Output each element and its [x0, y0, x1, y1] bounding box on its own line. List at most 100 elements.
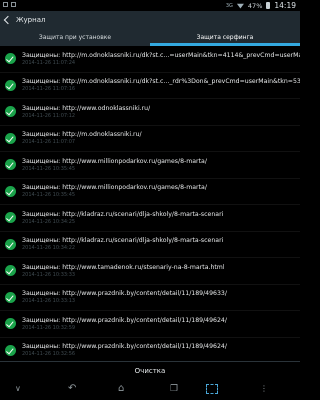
screenshot-icon[interactable]: [206, 384, 218, 394]
url-text: http://www.millionpodarkov.ru/games/8-ma…: [62, 184, 207, 192]
menu-icon[interactable]: ⋮: [260, 385, 268, 393]
list-item-url: Защищены: http://kladraz.ru/scenari/dlja…: [22, 211, 223, 219]
checkmark-icon: [5, 291, 16, 303]
checkmark-icon: [5, 212, 16, 224]
protected-prefix: Защищены:: [22, 184, 63, 192]
list-item-text: Защищены: http://www.prazdnik.by/content…: [22, 343, 227, 357]
protected-prefix: Защищены:: [22, 157, 63, 165]
back-arrow-icon[interactable]: [4, 15, 14, 25]
list-item-date: 2014-11-26 11:07:24: [22, 59, 76, 66]
navigation-bar: ∨ ↶ ⌂ ❐ ⋮: [0, 379, 300, 400]
log-list[interactable]: Защищены: http://m.odnoklassniki.ru/dk?s…: [0, 46, 300, 359]
protected-prefix: Защищены:: [22, 290, 63, 298]
list-item-date: 2014-11-26 10:34:22: [22, 245, 76, 252]
list-item[interactable]: Защищены: http://www.prazdnik.by/content…: [0, 285, 300, 311]
url-text: http://kladraz.ru/scenari/dlja-shkoly/8-…: [62, 237, 224, 245]
tab-label: Защита серфинга: [196, 34, 254, 41]
checkmark-icon: [5, 318, 16, 330]
list-item-url: Защищены: http://www.prazdnik.by/content…: [22, 317, 227, 325]
list-item-url: Защищены: http://www.millionpodarkov.ru/…: [22, 158, 207, 166]
action-bar: Журнал: [0, 11, 300, 29]
list-item[interactable]: Защищены: http://kladraz.ru/scenari/dlja…: [0, 232, 300, 258]
tab-label: Защита при установке: [38, 34, 112, 41]
checkmark-icon: [5, 79, 16, 91]
tab-install-protection[interactable]: Защита при установке: [0, 29, 150, 46]
list-item[interactable]: Защищены: http://m.odnoklassniki.ru/dk?s…: [0, 73, 300, 99]
list-item-date: 2014-11-26 10:33:13: [22, 298, 76, 305]
checkmark-icon: [5, 185, 16, 197]
list-item-text: Защищены: http://www.millionpodarkov.ru/…: [22, 158, 207, 172]
checkmark-icon: [5, 265, 16, 277]
list-item[interactable]: Защищены: http://www.tamadenok.ru/stsena…: [0, 258, 300, 285]
list-item-url: Защищены: http://m.odnoklassniki.ru/dk?s…: [22, 52, 300, 60]
back-icon[interactable]: ↶: [68, 384, 76, 394]
list-item-url: Защищены: http://kladraz.ru/scenari/dlja…: [22, 237, 223, 245]
list-item-text: Защищены: http://www.millionpodarkov.ru/…: [22, 184, 207, 198]
list-item-url: Защищены: http://www.prazdnik.by/content…: [22, 343, 227, 351]
protected-prefix: Защищены:: [22, 263, 63, 271]
list-item-text: Защищены: http://www.prazdnik.by/content…: [22, 317, 227, 331]
notification-icons: [3, 2, 16, 7]
protected-prefix: Защищены:: [22, 237, 63, 245]
notification-icon: [11, 2, 16, 7]
list-item-url: Защищены: http://www.prazdnik.by/content…: [22, 290, 227, 298]
checkmark-icon: [5, 238, 16, 250]
list-item[interactable]: Защищены: http://m.odnoklassniki.ru/dk?s…: [0, 46, 300, 73]
url-text: http://www.odnoklassniki.ru/: [62, 104, 151, 112]
url-text: http://m.odnoklassniki.ru/dk?st.c...=use…: [62, 51, 300, 59]
list-item[interactable]: Защищены: http://m.odnoklassniki.ru/2014…: [0, 126, 300, 152]
protected-prefix: Защищены:: [22, 316, 63, 324]
status-bar: 3G 47% 14:19: [0, 0, 300, 11]
protected-prefix: Защищены:: [22, 343, 63, 351]
clear-button[interactable]: Очистка: [0, 361, 300, 380]
page-title[interactable]: Журнал: [16, 16, 45, 24]
list-item-date: 2014-11-26 10:34:25: [22, 218, 76, 225]
list-item[interactable]: Защищены: http://www.odnoklassniki.ru/20…: [0, 99, 300, 126]
wifi-icon: [236, 3, 244, 9]
tab-surfing-protection[interactable]: Защита серфинга: [150, 29, 300, 46]
list-item-date: 2014-11-26 11:07:12: [22, 112, 76, 119]
url-text: http://kladraz.ru/scenari/dlja-shkoly/8-…: [62, 210, 224, 218]
list-item-date: 2014-11-26 10:32:59: [22, 324, 76, 331]
tab-bar: Защита при установке Защита серфинга: [0, 29, 300, 46]
list-item-url: Защищены: http://www.tamadenok.ru/stsena…: [22, 264, 225, 272]
checkmark-icon: [5, 106, 16, 118]
list-item[interactable]: Защищены: http://www.prazdnik.by/content…: [0, 311, 300, 338]
list-item-text: Защищены: http://m.odnoklassniki.ru/dk?s…: [22, 52, 300, 66]
url-text: http://www.tamadenok.ru/stsenariy-na-8-m…: [62, 263, 225, 271]
recent-apps-icon[interactable]: ❐: [170, 385, 178, 394]
clear-label: Очистка: [134, 367, 166, 375]
chevron-down-icon[interactable]: ∨: [15, 385, 21, 393]
list-item-text: Защищены: http://m.odnoklassniki.ru/2014…: [22, 131, 142, 145]
checkmark-icon: [5, 132, 16, 144]
signal-3g-icon: 3G: [225, 2, 233, 9]
url-text: http://m.odnoklassniki.ru/: [62, 131, 142, 139]
notification-icon: [3, 2, 8, 7]
list-item[interactable]: Защищены: http://www.millionpodarkov.ru/…: [0, 152, 300, 179]
list-item[interactable]: Защищены: http://kladraz.ru/scenari/dlja…: [0, 205, 300, 232]
list-item-url: Защищены: http://www.millionpodarkov.ru/…: [22, 184, 207, 192]
list-item-text: Защищены: http://kladraz.ru/scenari/dlja…: [22, 211, 223, 225]
list-item[interactable]: Защищены: http://www.prazdnik.by/content…: [0, 338, 300, 360]
list-item-date: 2014-11-26 10:35:45: [22, 165, 76, 172]
list-item-text: Защищены: http://www.odnoklassniki.ru/20…: [22, 105, 150, 119]
list-item-url: Защищены: http://m.odnoklassniki.ru/dk?s…: [22, 78, 300, 86]
list-item-date: 2014-11-26 10:35:45: [22, 192, 76, 199]
list-item-date: 2014-11-26 11:07:16: [22, 86, 76, 93]
url-text: http://www.prazdnik.by/content/detail/11…: [62, 316, 227, 324]
url-text: http://www.prazdnik.by/content/detail/11…: [62, 343, 227, 351]
checkmark-icon: [5, 53, 16, 65]
list-item-date: 2014-11-26 10:32:56: [22, 351, 76, 358]
home-icon[interactable]: ⌂: [118, 384, 124, 394]
protected-prefix: Защищены:: [22, 210, 63, 218]
url-text: http://www.millionpodarkov.ru/games/8-ma…: [62, 157, 207, 165]
protected-prefix: Защищены:: [22, 78, 63, 86]
list-item-date: 2014-11-26 11:07:07: [22, 139, 76, 146]
list-item-url: Защищены: http://www.odnoklassniki.ru/: [22, 105, 150, 113]
list-item-url: Защищены: http://m.odnoklassniki.ru/: [22, 131, 142, 139]
list-item[interactable]: Защищены: http://www.millionpodarkov.ru/…: [0, 179, 300, 205]
list-item-date: 2014-11-26 10:33:33: [22, 271, 76, 278]
list-item-text: Защищены: http://m.odnoklassniki.ru/dk?s…: [22, 78, 300, 92]
url-text: http://www.prazdnik.by/content/detail/11…: [62, 290, 227, 298]
protected-prefix: Защищены:: [22, 104, 63, 112]
